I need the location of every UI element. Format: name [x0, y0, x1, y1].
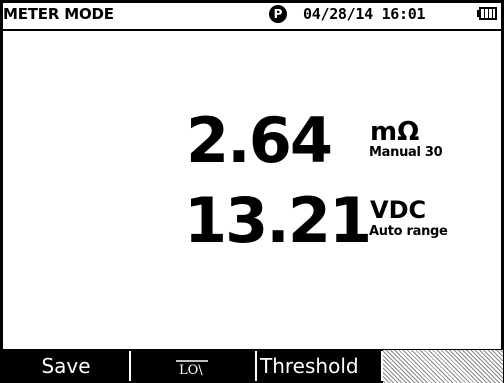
save-button[interactable]: Save: [3, 349, 129, 383]
battery-full-icon: [477, 7, 497, 20]
meter-screen: METER MODE P 04/28/14 16:01 2.64 mΩ Manu…: [0, 0, 504, 383]
zero-offset-button[interactable]: LO\: [131, 349, 255, 383]
status-divider: [3, 29, 501, 31]
screen-frame-left: [0, 0, 3, 383]
secondary-reading-value: 13.21: [184, 184, 372, 257]
empty-function-key[interactable]: [383, 350, 503, 383]
secondary-reading-unit: VDC: [370, 196, 427, 224]
primary-reading-unit: mΩ: [370, 117, 420, 147]
date-time: 04/28/14 16:01: [303, 5, 426, 23]
secondary-reading-range: Auto range: [369, 224, 448, 239]
zero-offset-label: LO\: [179, 363, 203, 378]
primary-reading-value: 2.64: [186, 104, 333, 177]
function-key-bar: Save LO\ Threshold: [0, 349, 504, 383]
threshold-button[interactable]: Threshold: [257, 349, 381, 383]
mode-title: METER MODE: [3, 5, 114, 23]
p-indicator-icon: P: [269, 5, 287, 23]
primary-reading-range: Manual 30: [369, 145, 443, 160]
zero-offset-icon: LO\: [176, 359, 208, 378]
